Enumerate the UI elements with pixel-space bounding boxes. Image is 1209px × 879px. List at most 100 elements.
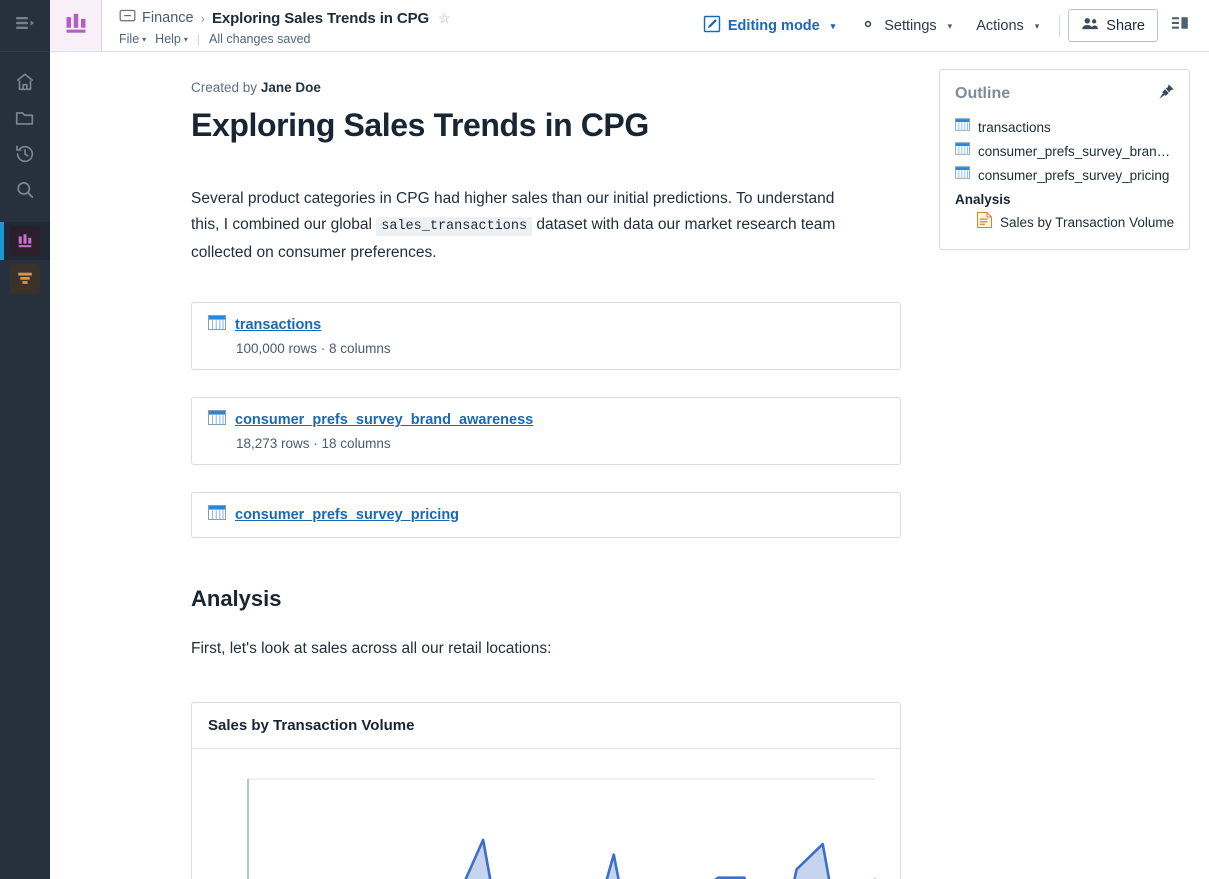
menu-divider: | xyxy=(196,32,201,46)
table-icon xyxy=(955,118,970,136)
app-logo[interactable] xyxy=(50,0,102,51)
inline-code-dataset: sales_transactions xyxy=(376,216,533,236)
document-title: Exploring Sales Trends in CPG xyxy=(191,107,649,143)
chevron-down-icon: ▾ xyxy=(830,21,836,31)
dataset-meta: 18,273 rows · 18 columns xyxy=(236,435,391,451)
pencil-square-icon xyxy=(703,15,721,37)
toolbar-divider xyxy=(1059,14,1061,37)
chart-doc-icon xyxy=(977,212,992,233)
page-title: Exploring Sales Trends in CPG xyxy=(211,9,430,27)
editing-mode-button[interactable]: Editing mode ▾ xyxy=(691,0,847,52)
outline-item-label: Sales by Transaction Volume xyxy=(1000,215,1175,230)
chevron-down-icon: ▾ xyxy=(183,35,188,44)
settings-label: Settings xyxy=(884,17,937,34)
help-menu-label: Help xyxy=(155,32,181,46)
chart-card-title: Sales by Transaction Volume xyxy=(192,703,900,749)
dataset-name[interactable]: transactions xyxy=(235,317,321,333)
table-icon xyxy=(955,142,970,160)
people-icon xyxy=(1081,16,1099,35)
table-icon xyxy=(208,504,226,525)
sidebar-item-files[interactable] xyxy=(0,100,50,136)
menu-row: File ▾ Help ▾ | All changes saved xyxy=(119,30,691,48)
save-status: All changes saved xyxy=(209,32,311,46)
created-by: Created by Jane Doe xyxy=(191,80,901,95)
dataset-card-header: consumer_prefs_survey_brand_awareness xyxy=(208,409,884,430)
dataset-card[interactable]: consumer_prefs_survey_pricing xyxy=(191,491,901,538)
outline-header: Outline xyxy=(955,83,1175,105)
home-icon xyxy=(14,71,36,93)
folder-icon xyxy=(14,107,36,129)
dataset-card-header: transactions xyxy=(208,314,884,335)
table-icon xyxy=(208,314,226,335)
history-icon xyxy=(14,143,36,165)
chevron-down-icon: ▾ xyxy=(142,35,147,44)
search-icon xyxy=(14,179,36,201)
outline-item-pricing[interactable]: consumer_prefs_survey_pricing xyxy=(955,163,1175,187)
sidebar-item-history[interactable] xyxy=(0,136,50,172)
funnel-icon xyxy=(10,264,40,294)
table-icon xyxy=(208,409,226,430)
share-label: Share xyxy=(1106,17,1145,34)
outline-item-sales-chart[interactable]: Sales by Transaction Volume xyxy=(955,209,1175,236)
sidebar-item-search[interactable] xyxy=(0,172,50,208)
breadcrumb-parent[interactable]: Finance xyxy=(142,10,194,26)
chart-plot-area[interactable]: 50 xyxy=(192,749,900,879)
page-body: Created by Jane Doe Exploring Sales Tren… xyxy=(50,52,1209,879)
section-heading-analysis: Analysis xyxy=(191,585,282,611)
pin-icon[interactable] xyxy=(1158,83,1175,105)
gear-icon xyxy=(859,15,877,37)
bar-chart-logo-icon xyxy=(63,10,89,41)
folder-outline-icon xyxy=(119,8,136,28)
chevron-down-icon: ▾ xyxy=(1034,21,1040,31)
outline-item-label: transactions xyxy=(978,119,1051,135)
dataset-meta: 100,000 rows · 8 columns xyxy=(236,340,391,356)
dataset-name[interactable]: consumer_prefs_survey_brand_awareness xyxy=(235,412,533,428)
rail-header xyxy=(0,0,50,52)
favorite-star-icon[interactable]: ☆ xyxy=(438,10,451,27)
author-name: Jane Doe xyxy=(260,80,321,95)
actions-button[interactable]: Actions ▾ xyxy=(964,0,1051,52)
dataset-name[interactable]: consumer_prefs_survey_pricing xyxy=(235,507,459,523)
toggle-right-panel-button[interactable] xyxy=(1158,14,1199,37)
table-icon xyxy=(955,166,970,184)
settings-button[interactable]: Settings ▾ xyxy=(847,0,964,52)
file-menu-label: File xyxy=(119,32,140,46)
rail-app-charts[interactable] xyxy=(0,222,50,260)
main-column: Finance › Exploring Sales Trends in CPG … xyxy=(50,0,1209,879)
file-menu[interactable]: File ▾ xyxy=(119,32,146,46)
breadcrumb: Finance › Exploring Sales Trends in CPG … xyxy=(119,8,691,28)
toolbar: Editing mode ▾ Settings ▾ Actions ▾ Shar… xyxy=(691,0,1209,51)
breadcrumb-separator: › xyxy=(200,10,205,26)
bar-chart-icon xyxy=(10,226,40,256)
actions-label: Actions xyxy=(976,17,1024,34)
outline-item-label: consumer_prefs_survey_pricing xyxy=(978,167,1170,183)
chart-area-fill xyxy=(465,839,830,879)
outline-item-transactions[interactable]: transactions xyxy=(955,115,1175,139)
rail-apps xyxy=(0,222,50,298)
intro-paragraph: Several product categories in CPG had hi… xyxy=(191,186,841,266)
top-bar: Finance › Exploring Sales Trends in CPG … xyxy=(50,0,1209,52)
dataset-card[interactable]: transactions 100,000 rows · 8 columns xyxy=(191,301,901,370)
toggle-right-panel-icon xyxy=(1170,14,1190,37)
outline-item-label: consumer_prefs_survey_brand_... xyxy=(978,143,1175,159)
title-block: Finance › Exploring Sales Trends in CPG … xyxy=(102,0,691,51)
chart-card[interactable]: Sales by Transaction Volume 50 xyxy=(191,701,901,879)
application-window: Finance › Exploring Sales Trends in CPG … xyxy=(0,0,1209,879)
editing-mode-label: Editing mode xyxy=(727,17,820,34)
outline-panel: Outline transactions consumer_prefs_surv… xyxy=(939,69,1190,250)
sidebar-item-home[interactable] xyxy=(0,64,50,100)
rail-nav xyxy=(0,52,50,208)
share-button[interactable]: Share xyxy=(1068,9,1158,42)
outline-group-analysis[interactable]: Analysis xyxy=(955,187,1175,209)
outline-title: Outline xyxy=(955,85,1011,102)
created-by-prefix: Created by xyxy=(191,80,258,95)
help-menu[interactable]: Help ▾ xyxy=(155,32,188,46)
sales-by-transaction-volume-chart: 50 xyxy=(223,778,877,879)
outline-item-brand-awareness[interactable]: consumer_prefs_survey_brand_... xyxy=(955,139,1175,163)
left-rail xyxy=(0,0,50,879)
rail-app-pipelines[interactable] xyxy=(0,260,50,298)
section-lead-text: First, let's look at sales across all ou… xyxy=(191,639,552,657)
dataset-card[interactable]: consumer_prefs_survey_brand_awareness 18… xyxy=(191,396,901,465)
expand-sidebar-icon[interactable] xyxy=(14,14,36,37)
document-content: Created by Jane Doe Exploring Sales Tren… xyxy=(191,80,901,879)
